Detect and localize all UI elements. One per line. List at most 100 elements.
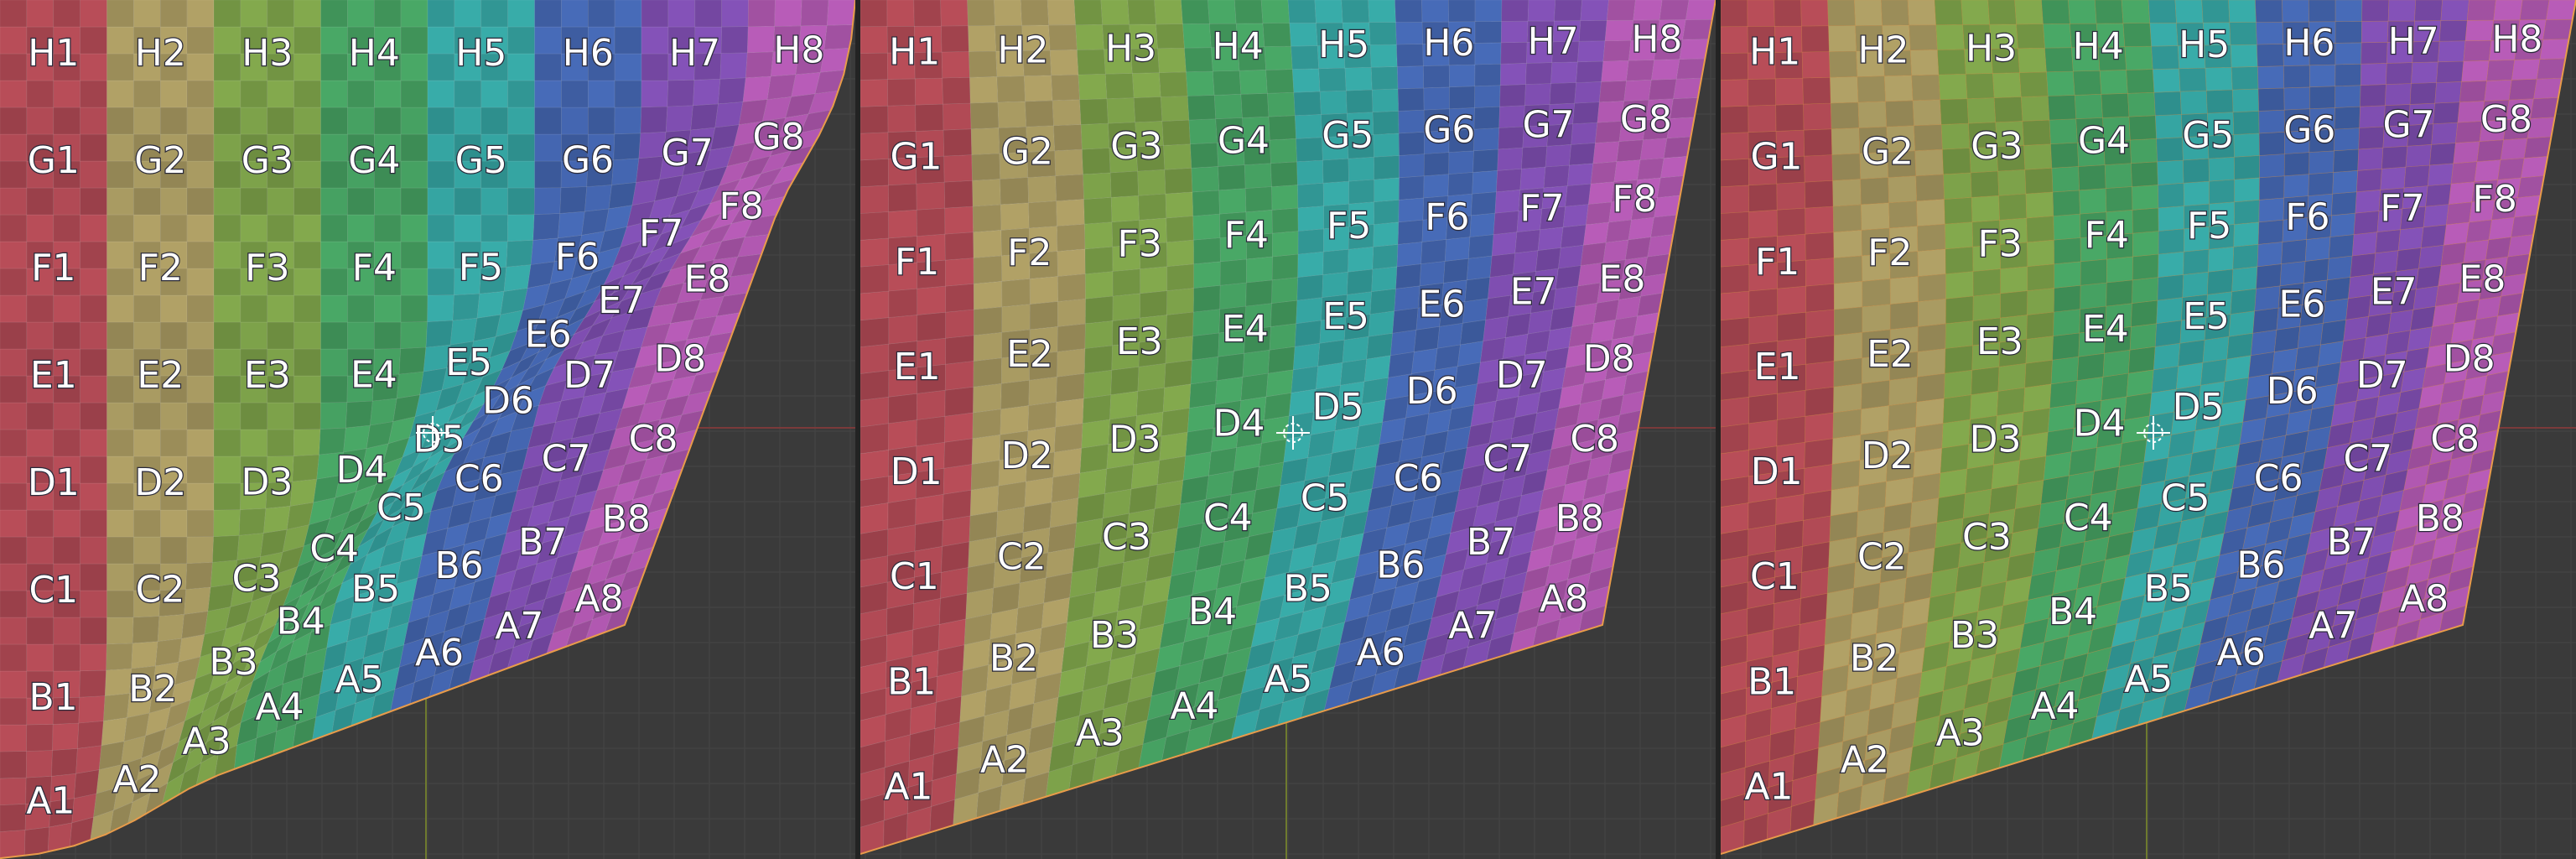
cell-label-d8: D8: [1583, 338, 1635, 381]
mesh-face: [2519, 0, 2550, 21]
mesh-face: [1580, 0, 1609, 21]
mesh-face: [292, 454, 319, 482]
cell-label-d3: D3: [241, 461, 293, 504]
mesh-face: [213, 268, 242, 296]
mesh-face: [2309, 150, 2334, 174]
mesh-face: [2129, 323, 2158, 351]
viewport-left[interactable]: A1 A2 A3 A4 A5 A6 A7 A8 B1 B2 B3 B4 B5 B6 B7 B8 C1 C2 C3 C4…: [0, 0, 855, 859]
mesh-face: [26, 643, 55, 672]
mesh-face: [1297, 251, 1324, 278]
mesh-face: [106, 456, 134, 484]
mesh-face: [2158, 251, 2184, 278]
mesh-face: [2079, 188, 2107, 215]
mesh-face: [1938, 73, 1968, 101]
mesh-face: [2205, 89, 2234, 114]
mesh-face: [1830, 485, 1860, 517]
mesh-face: [400, 214, 428, 242]
mesh-face: [1917, 348, 1946, 377]
mesh-face: [1805, 309, 1835, 339]
mesh-face: [942, 515, 971, 547]
mesh-face: [860, 79, 889, 107]
mesh-face: [944, 386, 974, 417]
mesh-face: [506, 239, 534, 268]
cell-label-b8: B8: [2416, 497, 2464, 540]
mesh-face: [2297, 322, 2324, 349]
cell-label-f5: F5: [1327, 205, 1371, 247]
mesh-face: [1525, 62, 1553, 85]
mesh-face: [293, 53, 321, 81]
mesh-face: [133, 214, 161, 242]
uv-grid-left[interactable]: A1 A2 A3 A4 A5 A6 A7 A8 B1 B2 B3 B4 B5 B6 B7 B8 C1 C2 C3 C4…: [0, 0, 855, 859]
mesh-face: [373, 0, 402, 28]
mesh-face: [53, 509, 80, 538]
mesh-face: [1721, 343, 1750, 374]
uv-grid-middle[interactable]: A1 A2 A3 A4 A5 A6 A7 A8 B1 B2 B3 B4 B5 B6 B7 B8 C1 C2 C3 C4…: [860, 0, 1716, 859]
mesh-face: [2303, 258, 2329, 284]
mesh-face: [886, 0, 915, 27]
mesh-face: [1057, 323, 1086, 352]
cell-label-e7: E7: [2371, 270, 2418, 313]
mesh-face: [1774, 519, 1804, 552]
mesh-face: [26, 617, 55, 645]
mesh-face: [1296, 159, 1324, 185]
mesh-face: [2255, 0, 2283, 23]
mesh-face: [2454, 299, 2480, 324]
mesh-face: [1884, 476, 1914, 508]
mesh-face: [1160, 96, 1190, 122]
mesh-face: [53, 643, 80, 672]
cell-label-e7: E7: [598, 279, 645, 322]
mesh-face: [53, 429, 80, 457]
mesh-face: [941, 541, 970, 573]
mesh-face: [2130, 138, 2158, 164]
mesh-face: [1051, 74, 1080, 102]
cell-label-h7: H7: [669, 32, 720, 75]
mesh-face: [1192, 213, 1221, 241]
mesh-face: [1829, 50, 1858, 78]
mesh-face: [2334, 21, 2362, 44]
mesh-face: [186, 482, 215, 511]
mesh-face: [1805, 386, 1835, 417]
mesh-face: [1857, 75, 1886, 103]
mesh-face: [186, 429, 215, 457]
uv-grid-right[interactable]: A1 A2 A3 A4 A5 A6 A7 A8 B1 B2 B3 B4 B5 B6 B7 B8 C1 C2 C3 C4…: [1721, 0, 2576, 859]
mesh-face: [2041, 0, 2070, 24]
mesh-face: [1262, 23, 1291, 47]
mesh-face: [507, 160, 535, 189]
mesh-face: [480, 214, 508, 242]
mesh-face: [2256, 21, 2284, 45]
mesh-face: [1914, 423, 1944, 453]
mesh-face: [1576, 60, 1604, 83]
mesh-face: [2122, 23, 2152, 47]
mesh-face: [614, 53, 642, 81]
mesh-face: [888, 315, 918, 345]
mesh-face: [1396, 65, 1425, 90]
mesh-face: [80, 0, 107, 28]
mesh-face: [1721, 370, 1750, 401]
mesh-face: [1604, 19, 1634, 42]
mesh-face: [2026, 311, 2054, 340]
mesh-face: [2234, 199, 2260, 225]
mesh-face: [2353, 211, 2380, 235]
cell-label-h4: H4: [349, 32, 400, 75]
viewport-right[interactable]: A1 A2 A3 A4 A5 A6 A7 A8 B1 B2 B3 B4 B5 B6 B7 B8 C1 C2 C3 C4…: [1721, 0, 2576, 859]
cell-label-h6: H6: [2283, 22, 2334, 65]
cell-label-e8: E8: [1599, 258, 1646, 300]
mesh-face: [1857, 101, 1888, 128]
mesh-face: [1971, 195, 2000, 223]
mesh-face: [400, 294, 428, 323]
mesh-face: [1049, 497, 1079, 528]
mesh-face: [26, 429, 55, 457]
mesh-face: [860, 26, 888, 54]
mesh-face: [969, 76, 999, 104]
mesh-face: [80, 160, 107, 189]
viewport-middle[interactable]: A1 A2 A3 A4 A5 A6 A7 A8 B1 B2 B3 B4 B5 B6 B7 B8 C1 C2 C3 C4…: [860, 0, 1716, 859]
mesh-face: [1889, 301, 1919, 331]
mesh-face: [1651, 59, 1680, 81]
mesh-face: [133, 536, 161, 565]
mesh-face: [1374, 199, 1400, 225]
mesh-face: [1029, 276, 1058, 305]
mesh-face: [997, 481, 1026, 512]
cell-label-g4: G4: [1218, 120, 1270, 163]
mesh-face: [1000, 202, 1030, 231]
mesh-face: [2151, 45, 2180, 70]
